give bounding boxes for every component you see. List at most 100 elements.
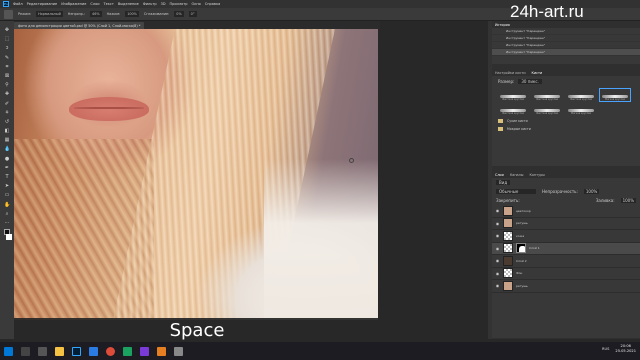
pen-tool-icon[interactable]: ✒ <box>4 165 10 171</box>
lasso-tool-icon[interactable]: ↄ <box>4 45 10 51</box>
smoothing-field[interactable]: 0% <box>174 11 184 17</box>
tab-history[interactable]: История <box>495 23 510 27</box>
zoom-tool-icon[interactable]: ⌕ <box>4 211 10 217</box>
layer-row[interactable]: ◉ кожа <box>492 230 640 243</box>
language-indicator[interactable]: RUS <box>602 347 609 351</box>
healing-tool-icon[interactable]: ✚ <box>4 91 10 97</box>
visibility-eye-icon[interactable]: ◉ <box>495 208 500 213</box>
visibility-eye-icon[interactable]: ◉ <box>495 221 500 226</box>
path-select-tool-icon[interactable]: ➤ <box>4 183 10 189</box>
brush-size-label: Размер: <box>498 79 515 84</box>
visibility-eye-icon[interactable]: ◉ <box>495 283 500 288</box>
opacity-field[interactable]: 46% <box>90 11 102 17</box>
white-fur-shoulder <box>264 159 378 320</box>
quick-select-tool-icon[interactable]: ✎ <box>4 55 10 61</box>
menu-edit[interactable]: Редактирование <box>27 2 58 6</box>
menu-help[interactable]: Справка <box>205 2 220 6</box>
brush-size-field[interactable]: 30 пикс. <box>518 79 542 84</box>
brush-preset[interactable]: Жесткая круглая <box>532 103 562 115</box>
hand-tool-icon[interactable]: ✋ <box>4 202 10 208</box>
layer-name: кожа <box>516 233 525 238</box>
brush-preset[interactable]: Жесткая круглая <box>532 89 562 101</box>
menu-image[interactable]: Изображение <box>61 2 86 6</box>
layer-thumbnail <box>503 255 513 266</box>
photoshop-taskbar-icon[interactable] <box>72 346 81 356</box>
marquee-tool-icon[interactable]: ⬚ <box>4 36 10 42</box>
brush-preset[interactable]: Жесткая круглая <box>566 89 596 101</box>
layer-mask-thumbnail[interactable] <box>516 243 526 254</box>
gradient-tool-icon[interactable]: ▦ <box>4 137 10 143</box>
task-view-icon[interactable] <box>38 346 47 356</box>
shape-tool-icon[interactable]: ▭ <box>4 192 10 198</box>
visibility-eye-icon[interactable]: ◉ <box>495 246 500 251</box>
menu-file[interactable]: Файл <box>13 2 23 6</box>
chrome-icon[interactable] <box>106 346 115 356</box>
start-button-icon[interactable] <box>4 346 13 356</box>
blend-mode-select[interactable]: Обычные <box>496 189 536 194</box>
brush-preset[interactable]: Жесткая круглая <box>498 103 528 115</box>
app-icon[interactable] <box>89 346 98 356</box>
history-item[interactable]: Инструмент "Карандаш" <box>492 28 640 35</box>
more-tools-icon[interactable]: ⋯ <box>4 220 10 226</box>
history-item[interactable]: Инструмент "Карандаш" <box>492 35 640 42</box>
fill-field[interactable]: 100% <box>620 198 636 203</box>
tab-channels[interactable]: Каналы <box>510 173 524 177</box>
app-icon[interactable] <box>174 346 183 356</box>
visibility-eye-icon[interactable]: ◉ <box>495 258 500 263</box>
angle-field[interactable]: 0° <box>188 11 197 17</box>
canvas-area[interactable] <box>14 29 488 320</box>
app-icon[interactable] <box>123 346 132 356</box>
search-icon[interactable] <box>21 346 30 356</box>
menu-type[interactable]: Текст <box>104 2 114 6</box>
layer-row[interactable]: ◉ цветокор <box>492 205 640 218</box>
dodge-tool-icon[interactable]: ● <box>4 156 10 162</box>
document-tab[interactable]: фото для демонстрации цветой.psd @ 50% (… <box>14 22 145 29</box>
layer-row[interactable]: ◉ ретушь <box>492 218 640 230</box>
brush-preset-selected[interactable]: Мягкая круглая <box>599 88 631 102</box>
visibility-eye-icon[interactable]: ◉ <box>495 271 500 276</box>
layer-row[interactable]: ◉ Фон <box>492 268 640 280</box>
brush-folder[interactable]: Мокрые кисти <box>492 125 640 133</box>
menu-3d[interactable]: 3D <box>161 2 166 6</box>
folder-icon <box>498 119 503 123</box>
menu-layers[interactable]: Слои <box>90 2 99 6</box>
tab-paths[interactable]: Контуры <box>529 173 545 177</box>
move-tool-icon[interactable]: ✥ <box>4 27 10 33</box>
layer-opacity-field[interactable]: 100% <box>583 189 600 194</box>
tab-layers[interactable]: Слои <box>495 173 504 177</box>
layer-row-selected[interactable]: ◉ Слой 1 <box>492 242 640 255</box>
menu-window[interactable]: Окно <box>191 2 200 6</box>
history-item-selected[interactable]: Инструмент "Карандаш" <box>492 49 640 56</box>
menu-select[interactable]: Выделение <box>118 2 139 6</box>
menu-view[interactable]: Просмотр <box>170 2 188 6</box>
brush-preset[interactable]: Жесткая круглая <box>498 89 528 101</box>
tab-brushes[interactable]: Кисти <box>532 71 543 75</box>
history-item[interactable]: Инструмент "Карандаш" <box>492 42 640 49</box>
brush-preset[interactable]: Мягкая круглая <box>566 103 596 115</box>
history-brush-tool-icon[interactable]: ↺ <box>4 119 10 125</box>
type-tool-icon[interactable]: T <box>4 174 10 180</box>
mode-select[interactable]: Нормальный <box>36 11 63 17</box>
crop-tool-icon[interactable]: ⌗ <box>4 64 10 70</box>
file-explorer-icon[interactable] <box>55 346 64 356</box>
menu-filter[interactable]: Фильтр <box>143 2 157 6</box>
app-icon[interactable] <box>157 346 166 356</box>
visibility-eye-icon[interactable]: ◉ <box>495 233 500 238</box>
blur-tool-icon[interactable]: 💧 <box>4 146 10 152</box>
brush-tool-icon[interactable] <box>4 9 13 19</box>
brush-tool-icon[interactable]: ✐ <box>4 101 10 107</box>
frame-tool-icon[interactable]: ⊠ <box>4 73 10 79</box>
clock[interactable]: 20:06 25.05.2021 <box>615 344 636 353</box>
app-icon[interactable] <box>140 346 149 356</box>
tab-brush-settings[interactable]: Настройки кисти <box>495 71 526 75</box>
eyedropper-tool-icon[interactable]: ⚲ <box>4 82 10 88</box>
flow-field[interactable]: 100% <box>125 11 139 17</box>
layer-kind-filter[interactable]: Вид <box>496 180 511 185</box>
layer-row[interactable]: ◉ ретушь <box>492 280 640 293</box>
stamp-tool-icon[interactable]: ⚘ <box>4 110 10 116</box>
portrait-photo <box>14 29 378 320</box>
eraser-tool-icon[interactable]: ◧ <box>4 128 10 134</box>
background-color-swatch[interactable] <box>6 234 12 241</box>
brush-folder[interactable]: Сухие кисти <box>492 117 640 125</box>
layer-row[interactable]: ◉ Слой 2 <box>492 255 640 268</box>
